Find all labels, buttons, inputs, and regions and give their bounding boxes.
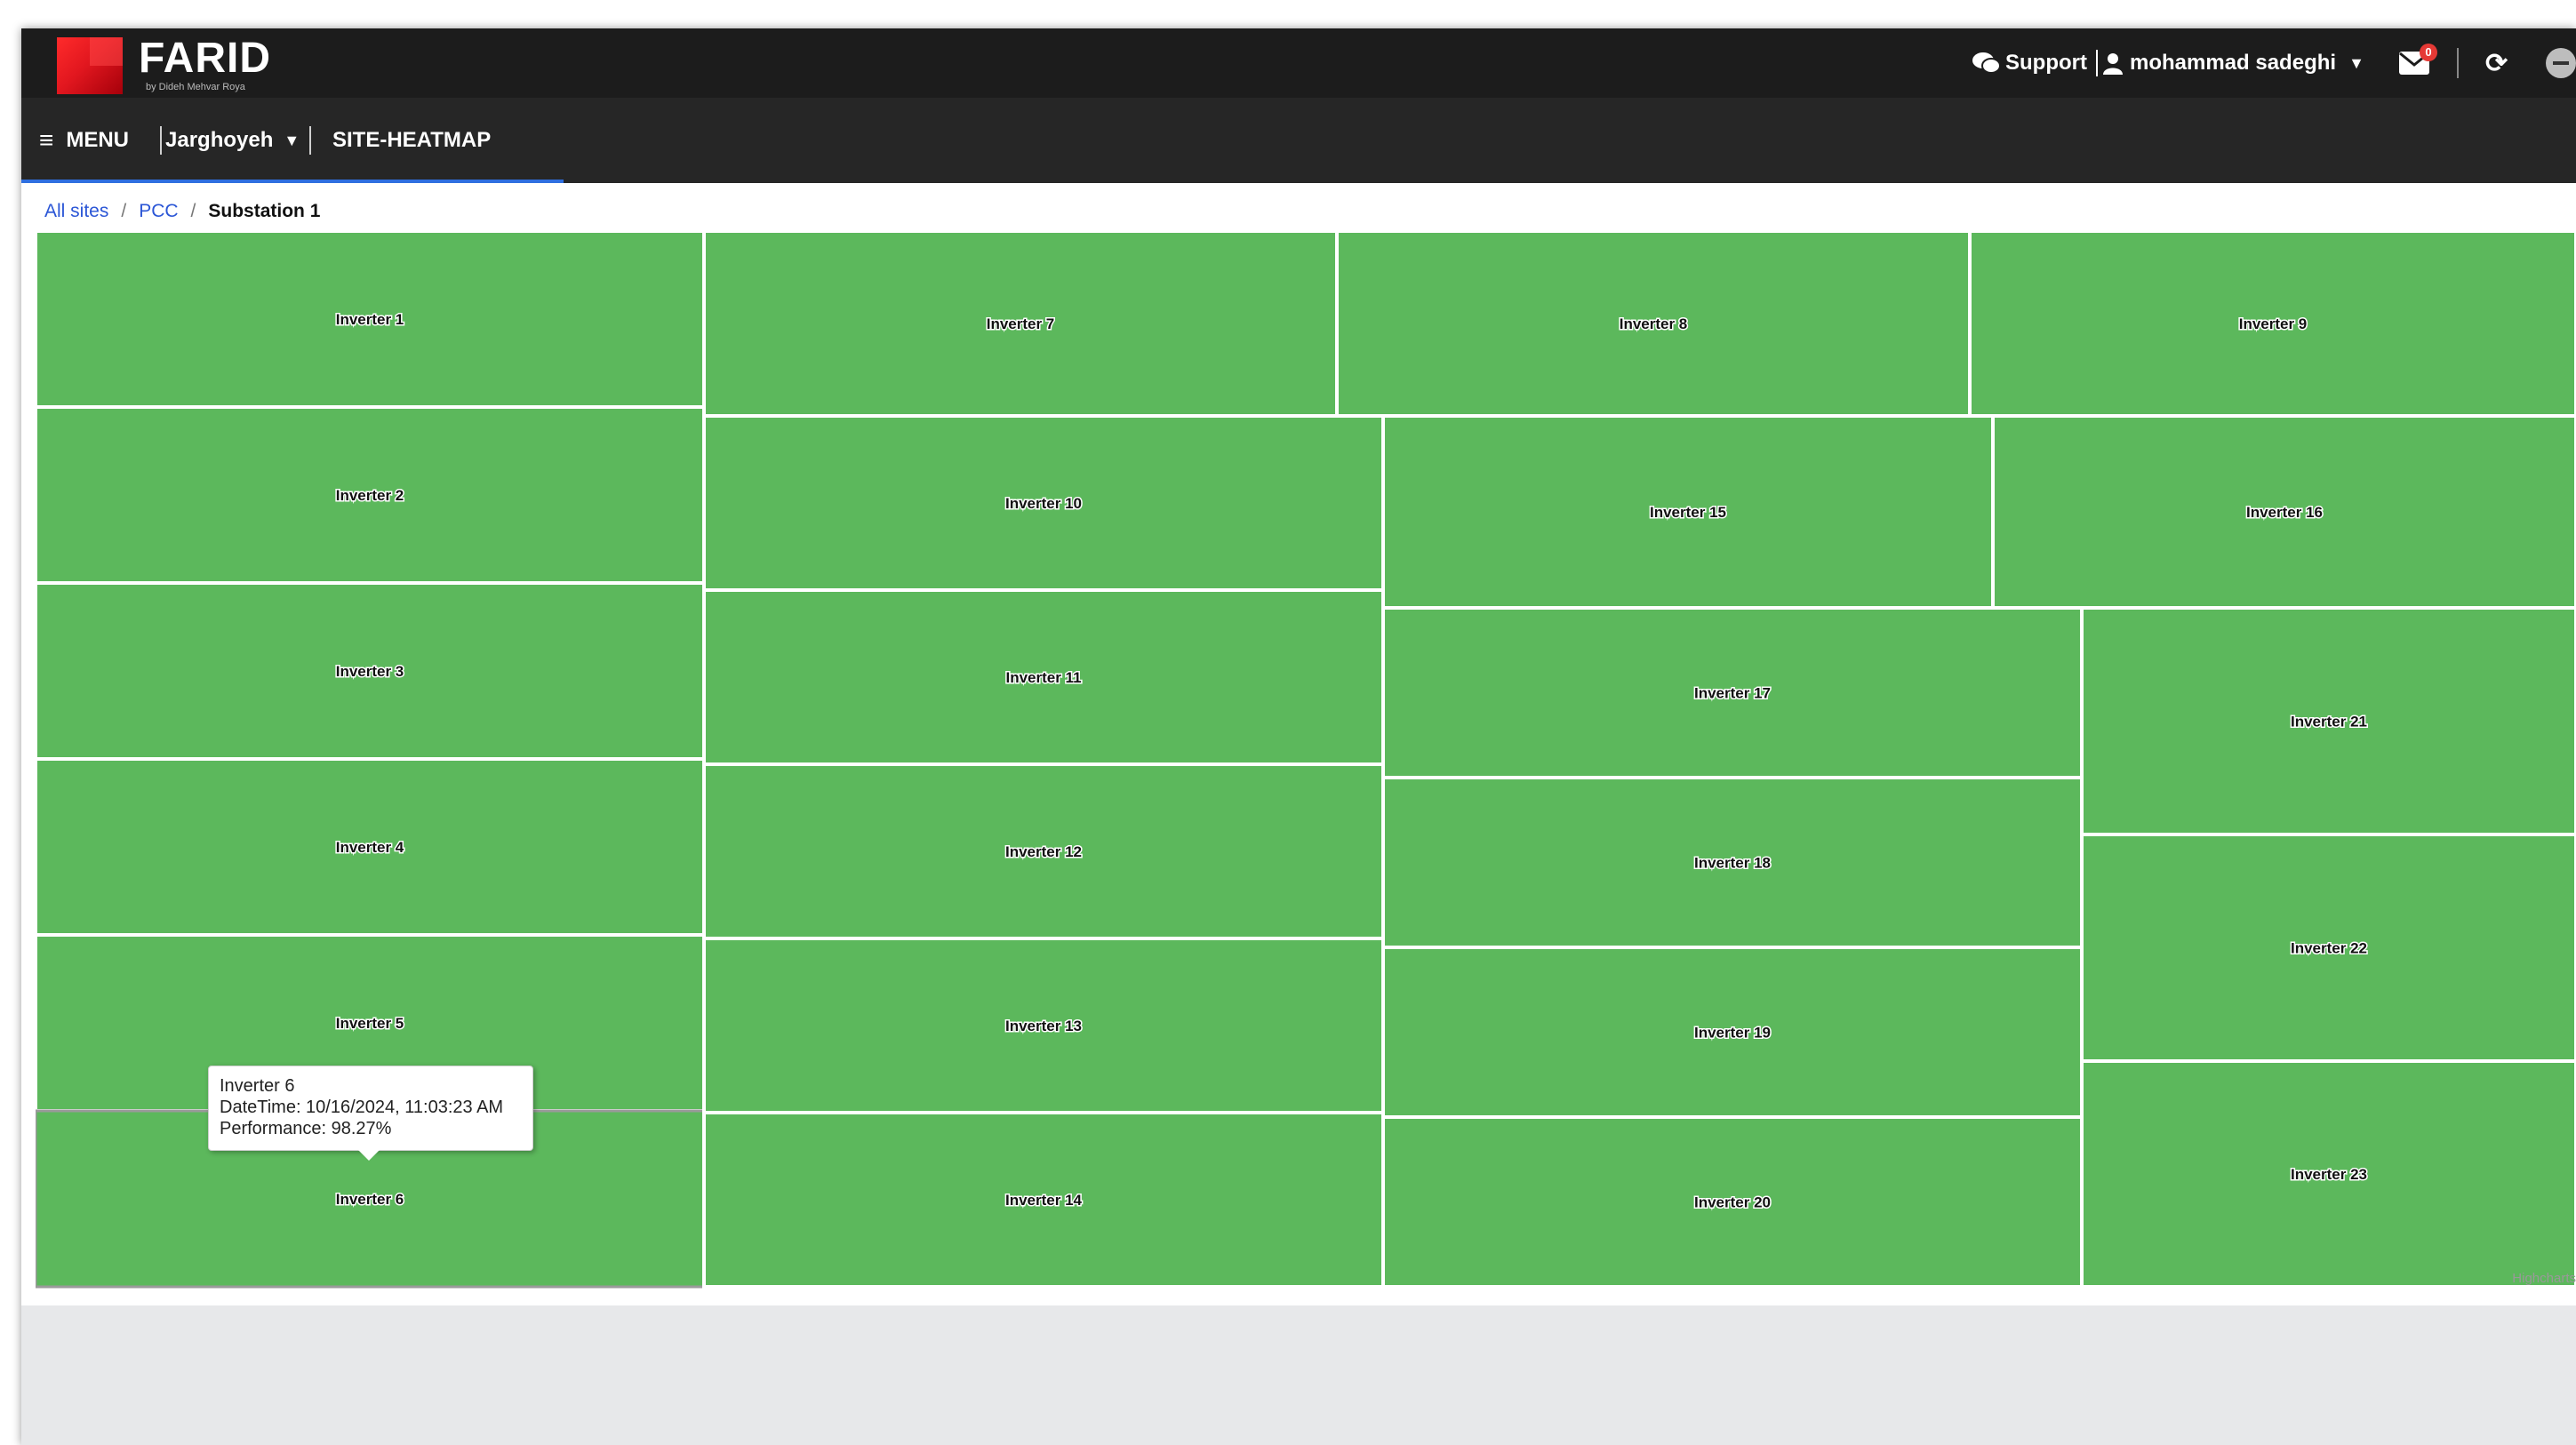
- heatmap-cell[interactable]: Inverter 20: [1381, 1115, 2084, 1289]
- heatmap-cell-label: Inverter 10: [1005, 495, 1082, 512]
- notifications-button[interactable]: 0: [2398, 28, 2437, 98]
- heatmap-cell-label: Inverter 19: [1694, 1025, 1771, 1042]
- menu-label: MENU: [66, 128, 130, 152]
- tooltip-performance: Performance: 98.27%: [220, 1119, 392, 1138]
- heatmap-cell-label: Inverter 17: [1694, 685, 1771, 702]
- inverter-tooltip: Inverter 6 DateTime: 10/16/2024, 11:03:2…: [208, 1066, 533, 1161]
- support-label: Support: [2005, 51, 2087, 75]
- nav-divider: [160, 126, 162, 155]
- heatmap-cell[interactable]: Inverter 11: [702, 588, 1385, 766]
- user-menu[interactable]: mohammad sadeghi ▼: [2101, 28, 2364, 98]
- header-divider: [2096, 50, 2098, 76]
- heatmap-cell-label: Inverter 9: [2239, 315, 2308, 332]
- heatmap-cell-label: Inverter 20: [1694, 1194, 1771, 1211]
- heatmap-cell-label: Inverter 16: [2246, 504, 2323, 521]
- site-selector-value: Jarghoyeh: [165, 128, 274, 152]
- tab-site-heatmap[interactable]: SITE-HEATMAP: [332, 98, 491, 183]
- brand-subtitle: by Dideh Mehvar Roya: [146, 82, 245, 92]
- heatmap-cell[interactable]: Inverter 16: [1991, 414, 2576, 610]
- top-bar: FARID by Dideh Mehvar Roya Support moham…: [21, 28, 2576, 98]
- brand-name: FARID: [139, 35, 271, 82]
- hamburger-icon: ≡: [39, 126, 54, 154]
- heatmap-cell[interactable]: Inverter 18: [1381, 776, 2084, 949]
- heatmap-cell-label: Inverter 4: [336, 839, 404, 856]
- user-icon: [2103, 53, 2123, 75]
- notification-badge: 0: [2420, 44, 2437, 61]
- heatmap-cell[interactable]: Inverter 9: [1968, 231, 2576, 418]
- header-divider-2: [2457, 48, 2459, 78]
- heatmap-cell-label: Inverter 11: [1005, 669, 1081, 686]
- tab-site-heatmap-label: SITE-HEATMAP: [332, 128, 492, 152]
- site-selector[interactable]: Jarghoyeh ▼: [165, 98, 300, 183]
- heatmap-cell[interactable]: Inverter 17: [1381, 606, 2084, 779]
- chat-icon: [1972, 52, 2001, 74]
- heatmap-cell[interactable]: Inverter 19: [1381, 946, 2084, 1119]
- heatmap-cell-label: Inverter 6: [336, 1191, 404, 1208]
- nav-divider: [309, 126, 311, 155]
- heatmap-cell-label: Inverter 8: [1620, 315, 1688, 332]
- refresh-icon[interactable]: ⟳: [2485, 28, 2508, 98]
- breadcrumb-pcc[interactable]: PCC: [139, 201, 178, 221]
- heatmap-cell-label: Inverter 18: [1694, 855, 1771, 872]
- heatmap-cell[interactable]: Inverter 2: [36, 405, 706, 585]
- heatmap-cell-label: Inverter 15: [1650, 504, 1726, 521]
- heatmap-cell[interactable]: Inverter 14: [702, 1111, 1385, 1289]
- chevron-down-icon: ▼: [284, 131, 300, 149]
- minimize-button[interactable]: [2546, 28, 2576, 98]
- heatmap-cell[interactable]: Inverter 3: [36, 581, 706, 761]
- heatmap-cell-label: Inverter 22: [2291, 940, 2367, 957]
- heatmap-cell-label: Inverter 7: [987, 315, 1055, 332]
- support-button[interactable]: Support: [1972, 28, 2087, 98]
- heatmap-cell-label: Inverter 3: [336, 663, 404, 680]
- heatmap-cell-label: Inverter 21: [2291, 714, 2367, 730]
- heatmap-cell[interactable]: Inverter 15: [1381, 414, 1995, 610]
- nav-bar: ≡ MENU Jarghoyeh ▼ SITE-HEATMAP: [21, 98, 2576, 183]
- breadcrumb: All sites / PCC / Substation 1: [44, 201, 321, 221]
- heatmap-cell[interactable]: Inverter 12: [702, 762, 1385, 940]
- heatmap-cell-label: Inverter 12: [1005, 843, 1082, 860]
- heatmap-cell[interactable]: Inverter 10: [702, 414, 1385, 592]
- heatmap-cell-label: Inverter 5: [336, 1015, 404, 1032]
- heatmap-cell[interactable]: Inverter 4: [36, 757, 706, 937]
- heatmap-cell[interactable]: Inverter 8: [1335, 231, 1972, 418]
- farid-logo-icon: [57, 37, 123, 94]
- heatmap-cell-label: Inverter 2: [336, 487, 404, 504]
- breadcrumb-current: Substation 1: [208, 201, 321, 221]
- tooltip-title: Inverter 6: [220, 1076, 295, 1096]
- app-window: FARID by Dideh Mehvar Roya Support moham…: [21, 28, 2576, 1445]
- chevron-down-icon: ▼: [2348, 53, 2364, 72]
- heatmap-cell-label: Inverter 23: [2291, 1166, 2367, 1183]
- highcharts-credits[interactable]: Highcharts: [2512, 1271, 2576, 1286]
- heatmap-cell[interactable]: Inverter 7: [702, 231, 1339, 418]
- tooltip-datetime: DateTime: 10/16/2024, 11:03:23 AM: [220, 1098, 504, 1117]
- heatmap-cell[interactable]: Inverter 22: [2080, 833, 2576, 1063]
- heatmap-cell[interactable]: Inverter 21: [2080, 606, 2576, 836]
- minus-circle-icon: [2546, 48, 2576, 78]
- heatmap-cell-label: Inverter 13: [1005, 1018, 1082, 1034]
- heatmap-cell[interactable]: Inverter 1: [36, 231, 706, 409]
- heatmap-cell[interactable]: Inverter 23: [2080, 1059, 2576, 1289]
- user-name: mohammad sadeghi: [2130, 51, 2337, 75]
- heatmap-cell[interactable]: Inverter 13: [702, 937, 1385, 1114]
- heatmap-cell-label: Inverter 1: [336, 311, 404, 328]
- heatmap-cell-label: Inverter 14: [1005, 1192, 1083, 1209]
- breadcrumb-all-sites[interactable]: All sites: [44, 201, 108, 221]
- menu-button[interactable]: ≡ MENU: [39, 98, 129, 183]
